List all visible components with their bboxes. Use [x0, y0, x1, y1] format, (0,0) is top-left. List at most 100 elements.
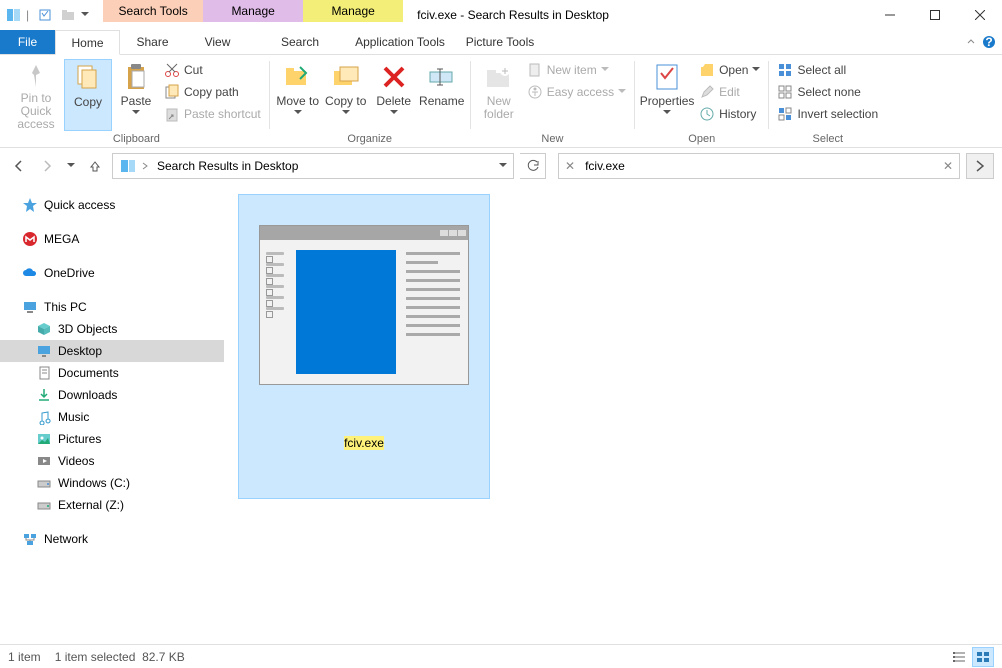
help-icon[interactable]: ?	[982, 35, 996, 49]
drive-icon	[36, 475, 52, 491]
paste-icon	[120, 61, 152, 93]
address-dropdown-icon[interactable]	[499, 163, 507, 171]
new-item-button[interactable]: New item	[523, 59, 630, 81]
paste-shortcut-button[interactable]: Paste shortcut	[160, 103, 265, 125]
nav-3d-objects[interactable]: 3D Objects	[0, 318, 224, 340]
documents-icon	[36, 365, 52, 381]
nav-windows-c[interactable]: Windows (C:)	[0, 472, 224, 494]
rename-icon	[426, 61, 458, 93]
group-label-organize: Organize	[347, 131, 392, 147]
edit-icon	[699, 84, 715, 100]
paste-button[interactable]: Paste	[112, 59, 160, 131]
nav-pictures[interactable]: Pictures	[0, 428, 224, 450]
search-x-icon[interactable]: ✕	[559, 159, 581, 173]
easy-access-button[interactable]: Easy access	[523, 81, 630, 103]
nav-network[interactable]: Network	[0, 528, 224, 550]
close-button[interactable]	[957, 0, 1002, 30]
tab-picture-tools[interactable]: Picture Tools	[450, 30, 550, 54]
nav-videos[interactable]: Videos	[0, 450, 224, 472]
maximize-button[interactable]	[912, 0, 957, 30]
copy-to-icon	[330, 61, 362, 93]
minimize-button[interactable]	[867, 0, 912, 30]
select-none-icon	[777, 84, 793, 100]
select-all-button[interactable]: Select all	[773, 59, 882, 81]
copy-button[interactable]: Copy	[64, 59, 112, 131]
properties-qat-icon[interactable]	[35, 5, 55, 25]
context-tab-search-tools[interactable]: Search Tools	[103, 0, 203, 22]
nav-desktop[interactable]: Desktop	[0, 340, 224, 362]
group-organize: Move to Copy to Delete Rename Organize	[270, 57, 470, 147]
mega-icon	[22, 231, 38, 247]
qat-separator: |	[26, 8, 29, 22]
nav-external-z[interactable]: External (Z:)	[0, 494, 224, 516]
address-bar[interactable]: Search Results in Desktop	[112, 153, 514, 179]
view-thumbnails-button[interactable]	[972, 647, 994, 667]
quick-access-toolbar	[31, 5, 93, 25]
paste-dropdown-icon	[132, 110, 140, 118]
nav-quick-access[interactable]: Quick access	[0, 194, 224, 216]
history-button[interactable]: History	[695, 103, 764, 125]
tab-app-tools[interactable]: Application Tools	[350, 30, 450, 54]
delete-button[interactable]: Delete	[370, 59, 418, 131]
back-button[interactable]	[8, 154, 30, 178]
history-icon	[699, 106, 715, 122]
pc-icon	[22, 299, 38, 315]
new-folder-icon	[483, 61, 515, 93]
move-to-button[interactable]: Move to	[274, 59, 322, 131]
context-tab-manage-app[interactable]: Manage	[203, 0, 303, 22]
group-label-select: Select	[813, 131, 844, 147]
ribbon-chevron-icon[interactable]	[966, 37, 976, 47]
explorer-icon	[4, 5, 24, 25]
new-folder-qat-icon[interactable]	[58, 5, 78, 25]
move-to-icon	[282, 61, 314, 93]
forward-button[interactable]	[36, 154, 58, 178]
recent-dropdown[interactable]	[64, 154, 78, 178]
copy-path-button[interactable]: Copy path	[160, 81, 265, 103]
new-item-icon	[527, 62, 543, 78]
invert-selection-button[interactable]: Invert selection	[773, 103, 882, 125]
tab-view[interactable]: View	[185, 30, 250, 54]
group-label-new: New	[541, 131, 563, 147]
easy-access-icon	[527, 84, 543, 100]
cut-button[interactable]: Cut	[160, 59, 265, 81]
nav-onedrive[interactable]: OneDrive	[0, 262, 224, 284]
pin-icon	[20, 61, 52, 90]
pictures-icon	[36, 431, 52, 447]
search-clear-icon[interactable]: ✕	[937, 159, 959, 173]
content-pane[interactable]: fciv.exe	[224, 184, 1002, 650]
search-result-item[interactable]: fciv.exe	[238, 194, 490, 499]
nav-music[interactable]: Music	[0, 406, 224, 428]
file-tab[interactable]: File	[0, 30, 55, 54]
paste-shortcut-icon	[164, 106, 180, 122]
search-input[interactable]	[581, 159, 937, 173]
group-label-open: Open	[688, 131, 715, 147]
copy-to-button[interactable]: Copy to	[322, 59, 370, 131]
nav-documents[interactable]: Documents	[0, 362, 224, 384]
pin-button[interactable]: Pin to Quick access	[8, 59, 64, 131]
objects3d-icon	[36, 321, 52, 337]
tab-home[interactable]: Home	[55, 30, 120, 55]
tab-search[interactable]: Search	[250, 30, 350, 54]
refresh-button[interactable]	[520, 153, 546, 179]
address-text[interactable]: Search Results in Desktop	[153, 154, 302, 178]
tab-share[interactable]: Share	[120, 30, 185, 54]
edit-button[interactable]: Edit	[695, 81, 764, 103]
title-bar-left: |	[0, 0, 93, 30]
open-button[interactable]: Open	[695, 59, 764, 81]
select-none-button[interactable]: Select none	[773, 81, 882, 103]
properties-button[interactable]: Properties	[639, 59, 695, 131]
search-box[interactable]: ✕ ✕	[558, 153, 960, 179]
search-go-button[interactable]	[966, 153, 994, 179]
navigation-bar: Search Results in Desktop ✕ ✕	[0, 148, 1002, 184]
nav-this-pc[interactable]: This PC	[0, 296, 224, 318]
qat-dropdown-icon[interactable]	[81, 12, 89, 20]
context-tab-manage-pic[interactable]: Manage	[303, 0, 403, 22]
rename-button[interactable]: Rename	[418, 59, 466, 131]
group-label-clipboard: Clipboard	[113, 131, 160, 147]
view-details-button[interactable]	[948, 647, 970, 667]
up-button[interactable]	[84, 154, 106, 178]
new-folder-button[interactable]: New folder	[475, 59, 523, 131]
nav-mega[interactable]: MEGA	[0, 228, 224, 250]
nav-downloads[interactable]: Downloads	[0, 384, 224, 406]
ribbon: Pin to Quick access Copy Paste Cut Copy …	[0, 55, 1002, 148]
